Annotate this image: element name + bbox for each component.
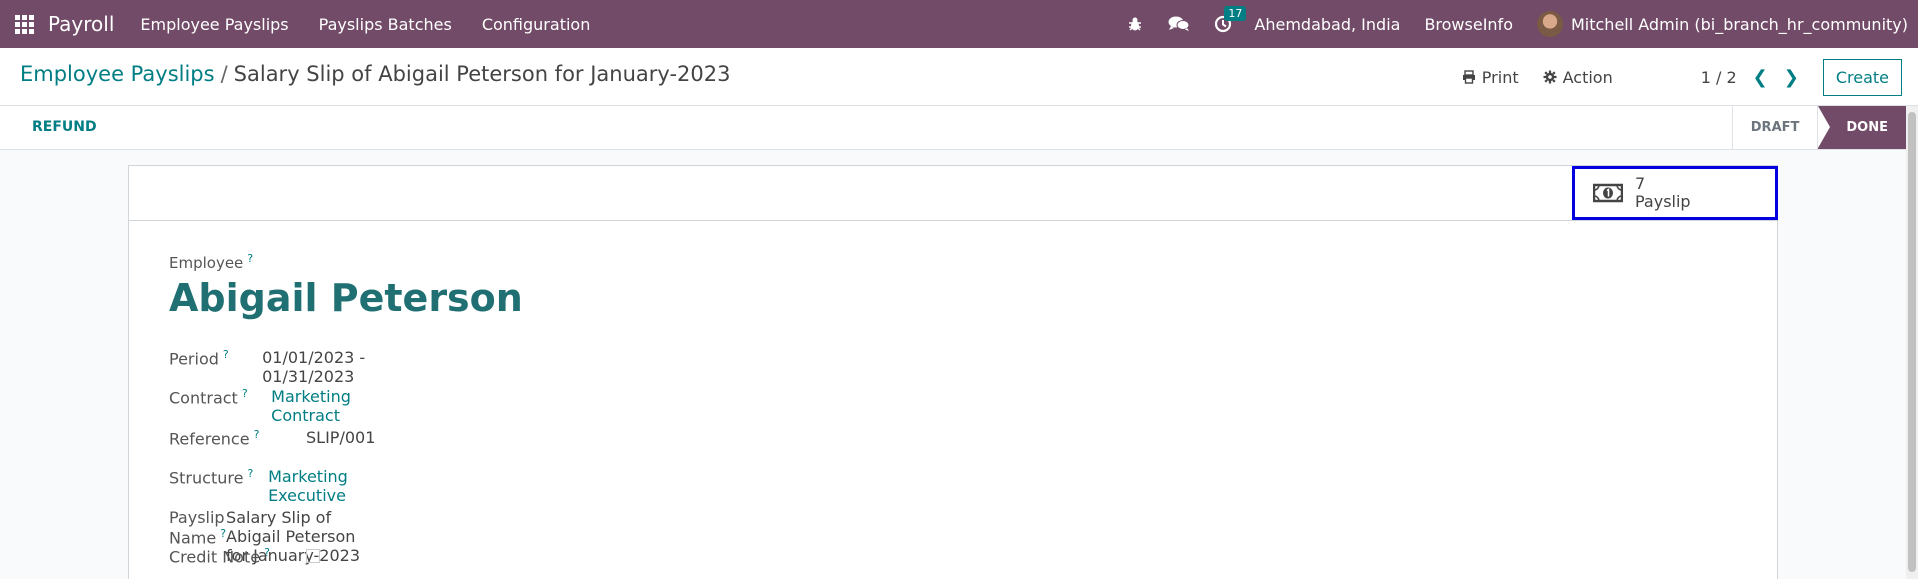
money-icon — [1593, 183, 1623, 203]
control-actions: Print Action 1 / 2 ❮ ❯ Create — [1462, 58, 1918, 96]
chevron-right-icon[interactable]: ❯ — [1784, 67, 1799, 88]
contract-link[interactable]: Marketing Contract — [271, 387, 386, 425]
action-button[interactable]: Action — [1543, 68, 1613, 87]
menu-configuration[interactable]: Configuration — [482, 15, 591, 34]
structure-link[interactable]: Marketing Executive — [268, 467, 386, 505]
payslip-form: Employee? Abigail Peterson — [169, 252, 523, 320]
user-menu[interactable]: Mitchell Admin (bi_branch_hr_community) — [1571, 15, 1908, 34]
payslip-smart-button[interactable]: 7 Payslip — [1572, 166, 1778, 220]
main-menu: Employee Payslips Payslips Batches Confi… — [140, 15, 620, 34]
smart-button-box: 7 Payslip — [129, 166, 1778, 221]
state-draft[interactable]: DRAFT — [1731, 106, 1818, 149]
activity-count-badge: 17 — [1224, 6, 1247, 21]
payslip-count: 7 — [1635, 174, 1646, 193]
credit-note-row: Credit Note? — [169, 546, 320, 566]
user-avatar[interactable] — [1536, 11, 1563, 37]
page-title: Salary Slip of Abigail Peterson for Janu… — [233, 62, 731, 86]
gear-icon — [1543, 70, 1557, 84]
activity-clock-icon[interactable]: 17 — [1210, 6, 1247, 36]
apps-menu-icon[interactable] — [0, 0, 48, 48]
control-panel: Employee Payslips / Salary Slip of Abigail… — [0, 48, 1918, 106]
breadcrumb-separator: / — [220, 62, 228, 86]
state-done[interactable]: DONE — [1817, 106, 1906, 149]
contract-label: Contract? — [169, 387, 248, 408]
help-tooltip-icon[interactable]: ? — [247, 467, 253, 480]
employee-label: Employee? — [169, 252, 254, 272]
navbar-systray: 17 Ahemdabad, India BrowseInfo Mitchell … — [1122, 0, 1918, 48]
credit-note-label: Credit Note? — [169, 546, 270, 567]
structure-row: Structure? Marketing Executive — [169, 467, 386, 505]
period-label: Period? — [169, 348, 229, 369]
vertical-scrollbar[interactable] — [1906, 106, 1918, 579]
printer-icon — [1462, 70, 1475, 84]
breadcrumb-parent-link[interactable]: Employee Payslips — [20, 62, 215, 86]
form-sheet: 7 Payslip Employee? Abigail Peterson Per… — [128, 165, 1778, 579]
scrollbar-thumb[interactable] — [1908, 112, 1916, 572]
chat-messages-icon[interactable] — [1166, 12, 1192, 36]
employee-name-field[interactable]: Abigail Peterson — [169, 276, 523, 320]
help-tooltip-icon[interactable]: ? — [254, 428, 260, 441]
period-value[interactable]: 01/01/2023 - 01/31/2023 — [262, 348, 398, 386]
menu-payslips-batches[interactable]: Payslips Batches — [319, 15, 452, 34]
pager-value[interactable]: 1 / 2 — [1701, 68, 1737, 87]
reference-label: Reference? — [169, 428, 260, 449]
help-tooltip-icon[interactable]: ? — [264, 546, 270, 559]
create-button[interactable]: Create — [1822, 58, 1902, 96]
app-title[interactable]: Payroll — [48, 12, 114, 36]
workspace-link[interactable]: BrowseInfo — [1424, 15, 1513, 34]
print-label: Print — [1481, 67, 1519, 87]
period-row: Period? 01/01/2023 - 01/31/2023 — [169, 348, 398, 386]
company-switcher[interactable]: Ahemdabad, India — [1254, 15, 1400, 34]
state-pipeline: DRAFT DONE — [1731, 106, 1906, 149]
form-statusbar: REFUND DRAFT DONE — [0, 106, 1906, 150]
refund-button[interactable]: REFUND — [32, 119, 97, 135]
action-label: Action — [1562, 67, 1613, 87]
debug-bug-icon[interactable] — [1122, 12, 1148, 36]
reference-value[interactable]: SLIP/001 — [306, 428, 375, 448]
reference-row: Reference? SLIP/001 — [169, 428, 375, 448]
top-navbar: Payroll Employee Payslips Payslips Batch… — [0, 0, 1918, 48]
structure-label: Structure? — [169, 467, 254, 488]
help-tooltip-icon[interactable]: ? — [247, 252, 253, 265]
print-button[interactable]: Print — [1462, 68, 1519, 87]
help-tooltip-icon[interactable]: ? — [242, 387, 248, 400]
credit-note-checkbox[interactable] — [306, 549, 320, 563]
chevron-left-icon[interactable]: ❮ — [1753, 67, 1768, 88]
help-tooltip-icon[interactable]: ? — [223, 348, 229, 361]
breadcrumb: Employee Payslips / Salary Slip of Abigail… — [20, 62, 731, 86]
menu-employee-payslips[interactable]: Employee Payslips — [140, 15, 288, 34]
contract-row: Contract? Marketing Contract — [169, 387, 386, 425]
payslip-label: Payslip — [1635, 192, 1691, 211]
